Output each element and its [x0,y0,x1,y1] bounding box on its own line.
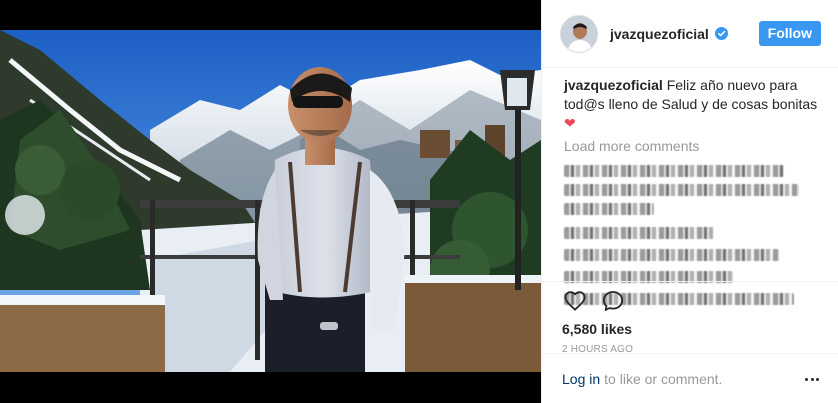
post-actions: 6,580 likes 2 HOURS AGO [542,281,838,355]
follow-button[interactable]: Follow [758,21,821,46]
post-sidebar: jvazquezoficial Follow jvazquezoficial F… [541,0,838,403]
caption-username[interactable]: jvazquezoficial [564,77,663,93]
avatar[interactable] [560,14,598,53]
verified-badge-icon [714,27,728,40]
login-bar: Log in to like or comment. [542,353,838,403]
heart-outline-icon[interactable] [562,288,588,314]
blurred-comment [564,184,799,196]
post-photo[interactable] [0,30,541,372]
username[interactable]: jvazquezoficial [610,26,709,42]
caption: jvazquezoficial Feliz año nuevo para tod… [564,76,824,133]
post-header: jvazquezoficial Follow [542,0,838,68]
instagram-post: jvazquezoficial Follow jvazquezoficial F… [0,0,838,403]
photo-illustration [0,30,541,372]
load-more-comments-link[interactable]: Load more comments [564,137,824,156]
likes-count[interactable]: 6,580 likes [562,320,819,338]
action-icons [562,286,819,316]
login-link[interactable]: Log in [562,371,600,387]
avatar-image [561,15,597,52]
blurred-comment [564,249,779,261]
login-prompt-text: to like or comment. [604,370,723,387]
blurred-comment [564,227,714,239]
blurred-comment [564,165,784,177]
blurred-comment [564,203,654,215]
post-media[interactable] [0,0,541,403]
comments-section: jvazquezoficial Feliz año nuevo para tod… [564,76,824,305]
more-options-icon[interactable] [805,372,819,386]
heart-emoji: ❤ [564,115,576,131]
speech-bubble-icon[interactable] [600,288,626,314]
